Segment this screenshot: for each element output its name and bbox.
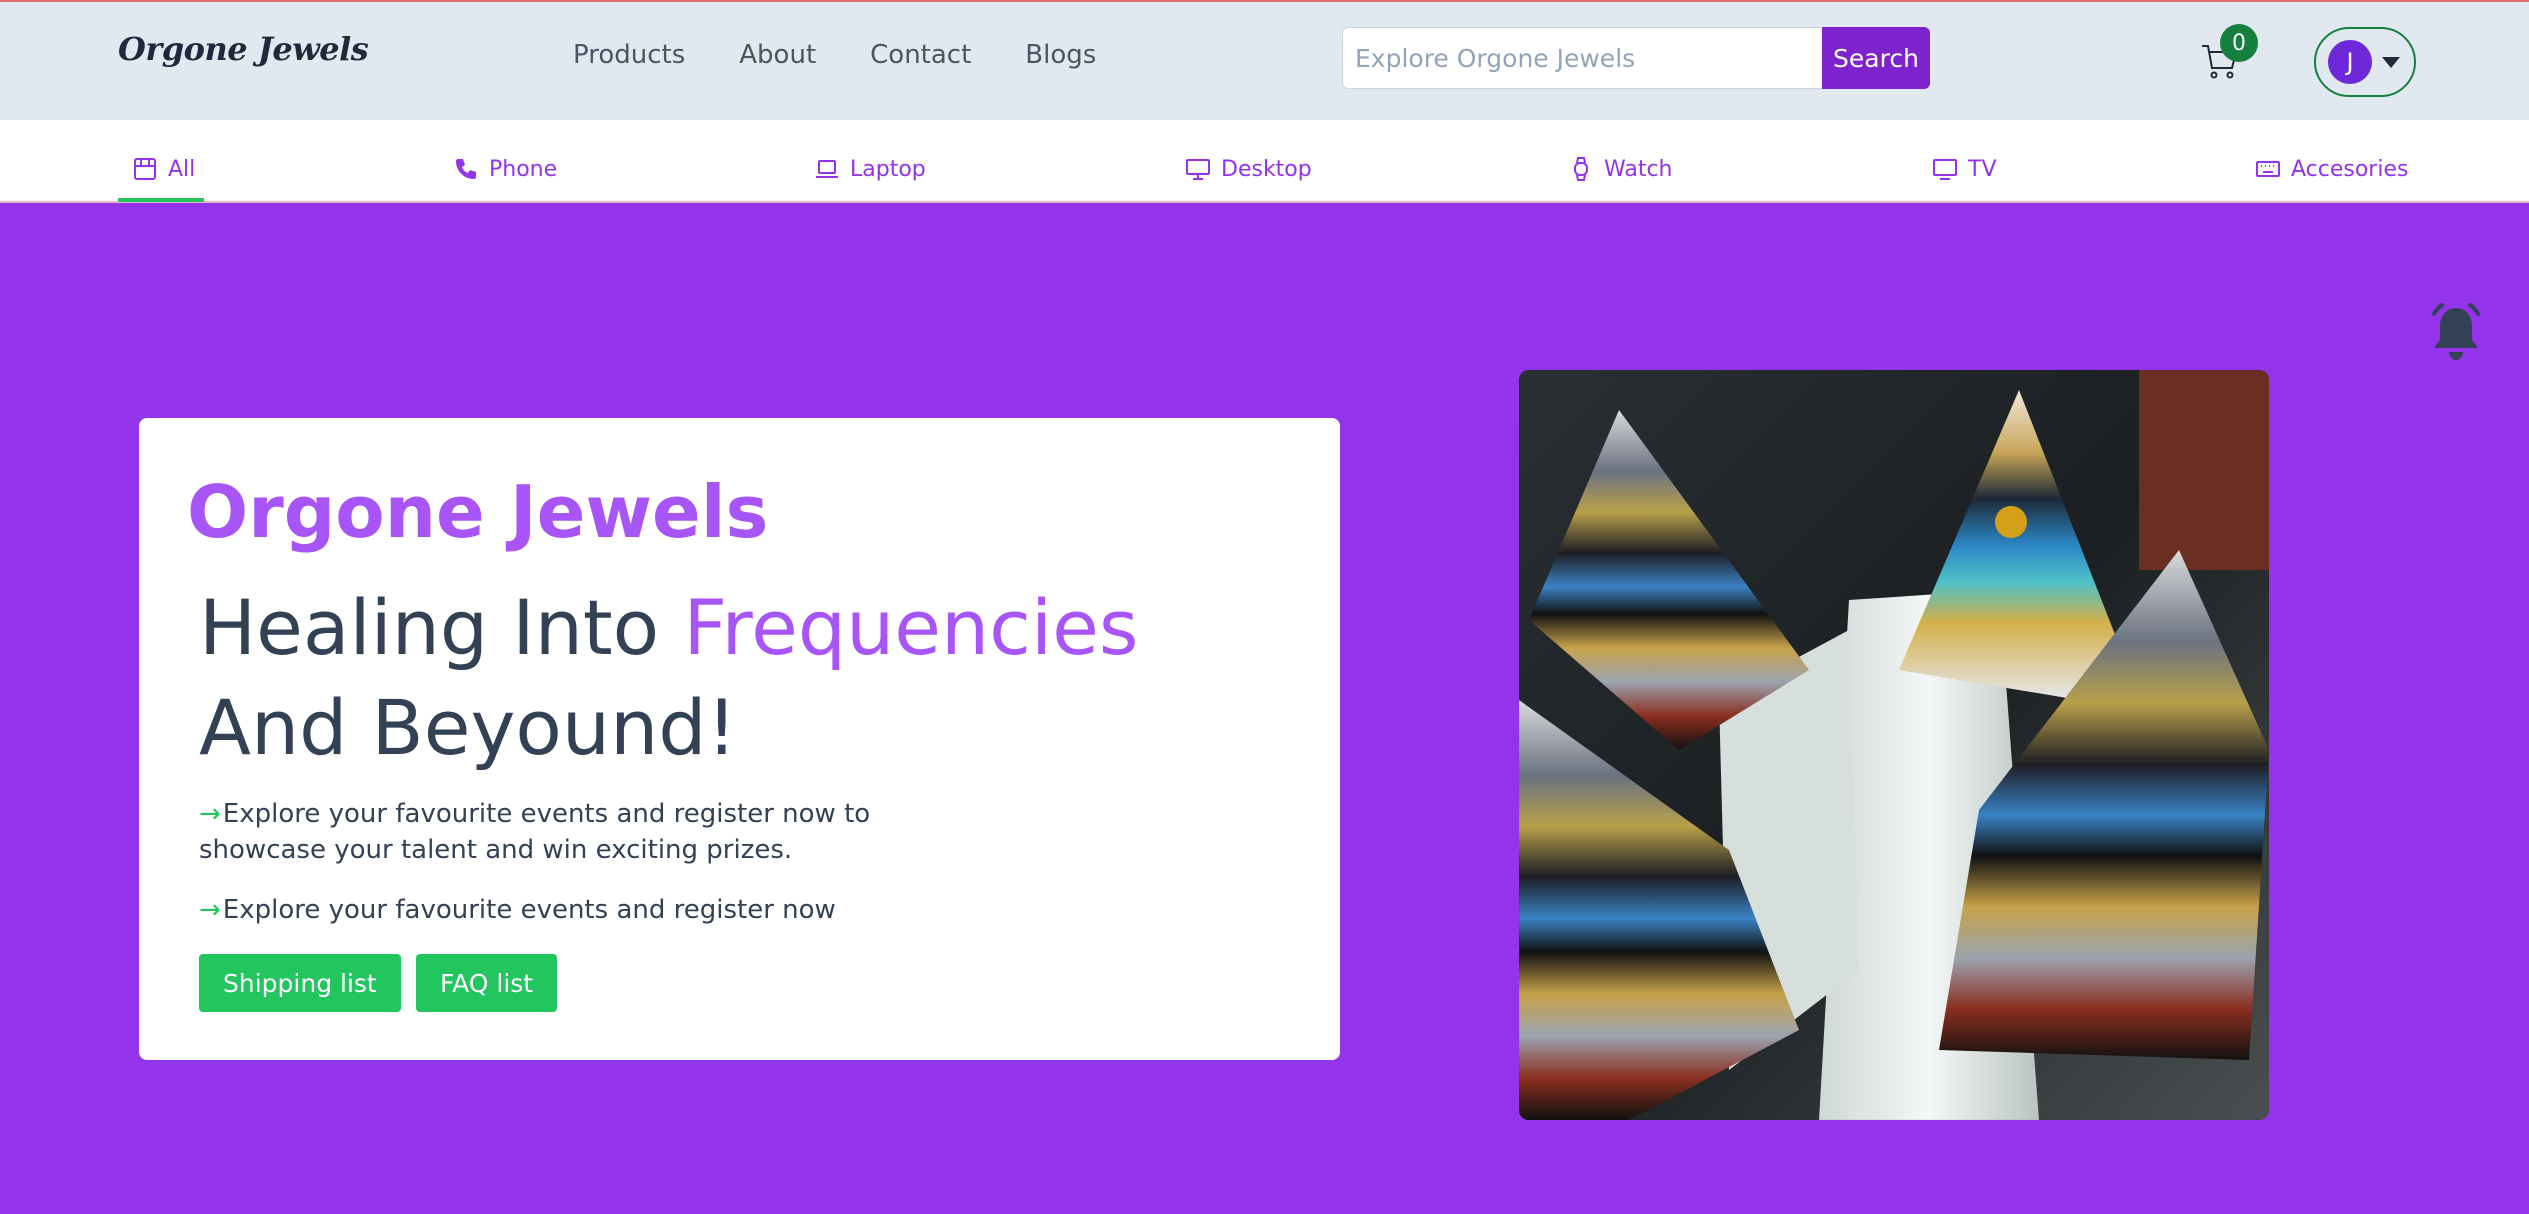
store-icon — [134, 158, 156, 180]
category-label: Laptop — [850, 156, 926, 182]
keyboard-icon — [2256, 161, 2280, 177]
category-label: Watch — [1604, 156, 1673, 182]
headline-text: Healing Into — [199, 583, 684, 672]
shipping-list-button[interactable]: Shipping list — [199, 954, 401, 1012]
watch-icon — [1574, 157, 1588, 181]
active-category-indicator — [118, 198, 204, 202]
nav-link-contact[interactable]: Contact — [870, 40, 971, 70]
hero-card: Orgone Jewels Healing Into Frequencies A… — [139, 418, 1340, 1060]
phone-icon — [456, 159, 476, 179]
category-laptop[interactable]: Laptop — [814, 156, 926, 182]
search-input[interactable] — [1342, 27, 1822, 89]
bell-icon[interactable] — [2428, 302, 2484, 362]
nav-link-about[interactable]: About — [739, 40, 816, 70]
category-label: Phone — [489, 156, 558, 182]
cart-count-badge: 0 — [2220, 24, 2258, 62]
caret-down-icon — [2382, 56, 2400, 68]
main-nav: Products About Contact Blogs — [573, 40, 1096, 70]
hero-brand-title: Orgone Jewels — [187, 470, 769, 554]
search-button[interactable]: Search — [1822, 27, 1930, 89]
hero-product-image — [1519, 370, 2269, 1120]
laptop-icon — [816, 160, 838, 178]
faq-list-button[interactable]: FAQ list — [416, 954, 558, 1012]
category-phone[interactable]: Phone — [453, 156, 557, 182]
headline-accent: Frequencies — [683, 583, 1139, 672]
search-bar: Search — [1342, 27, 1930, 89]
category-label: All — [168, 156, 196, 182]
nav-link-products[interactable]: Products — [573, 40, 685, 70]
hero-bullet: →Explore your favourite events and regis… — [199, 892, 999, 928]
top-navbar: Orgone Jewels Products About Contact Blo… — [0, 0, 2529, 120]
avatar: J — [2328, 40, 2372, 84]
orgone-pyramids-image — [1519, 370, 2269, 1120]
category-tv[interactable]: TV — [1932, 156, 1997, 182]
user-menu-button[interactable]: J — [2314, 27, 2416, 97]
hero-bullet: →Explore your favourite events and regis… — [199, 796, 999, 868]
site-logo[interactable]: Orgone Jewels — [118, 30, 369, 68]
category-desktop[interactable]: Desktop — [1185, 156, 1312, 182]
category-all[interactable]: All — [132, 156, 195, 182]
bullet-text: Explore your favourite events and regist… — [222, 895, 836, 925]
category-bar: All Phone Laptop Desktop Watch TV Acceso… — [0, 120, 2529, 203]
category-label: Desktop — [1221, 156, 1312, 182]
hero-headline: Healing Into Frequencies And Beyound! — [199, 578, 1279, 778]
category-label: TV — [1968, 156, 1997, 182]
headline-text: And Beyound! — [199, 683, 737, 772]
tv-icon — [1933, 159, 1957, 180]
category-label: Accesories — [2291, 156, 2409, 182]
bullet-text: Explore your favourite events and regist… — [199, 799, 871, 865]
arrow-right-icon: → — [199, 895, 221, 925]
nav-link-blogs[interactable]: Blogs — [1025, 40, 1096, 70]
category-watch[interactable]: Watch — [1568, 156, 1673, 182]
category-accesories[interactable]: Accesories — [2255, 156, 2408, 182]
arrow-right-icon: → — [199, 799, 221, 829]
desktop-icon — [1186, 159, 1210, 180]
